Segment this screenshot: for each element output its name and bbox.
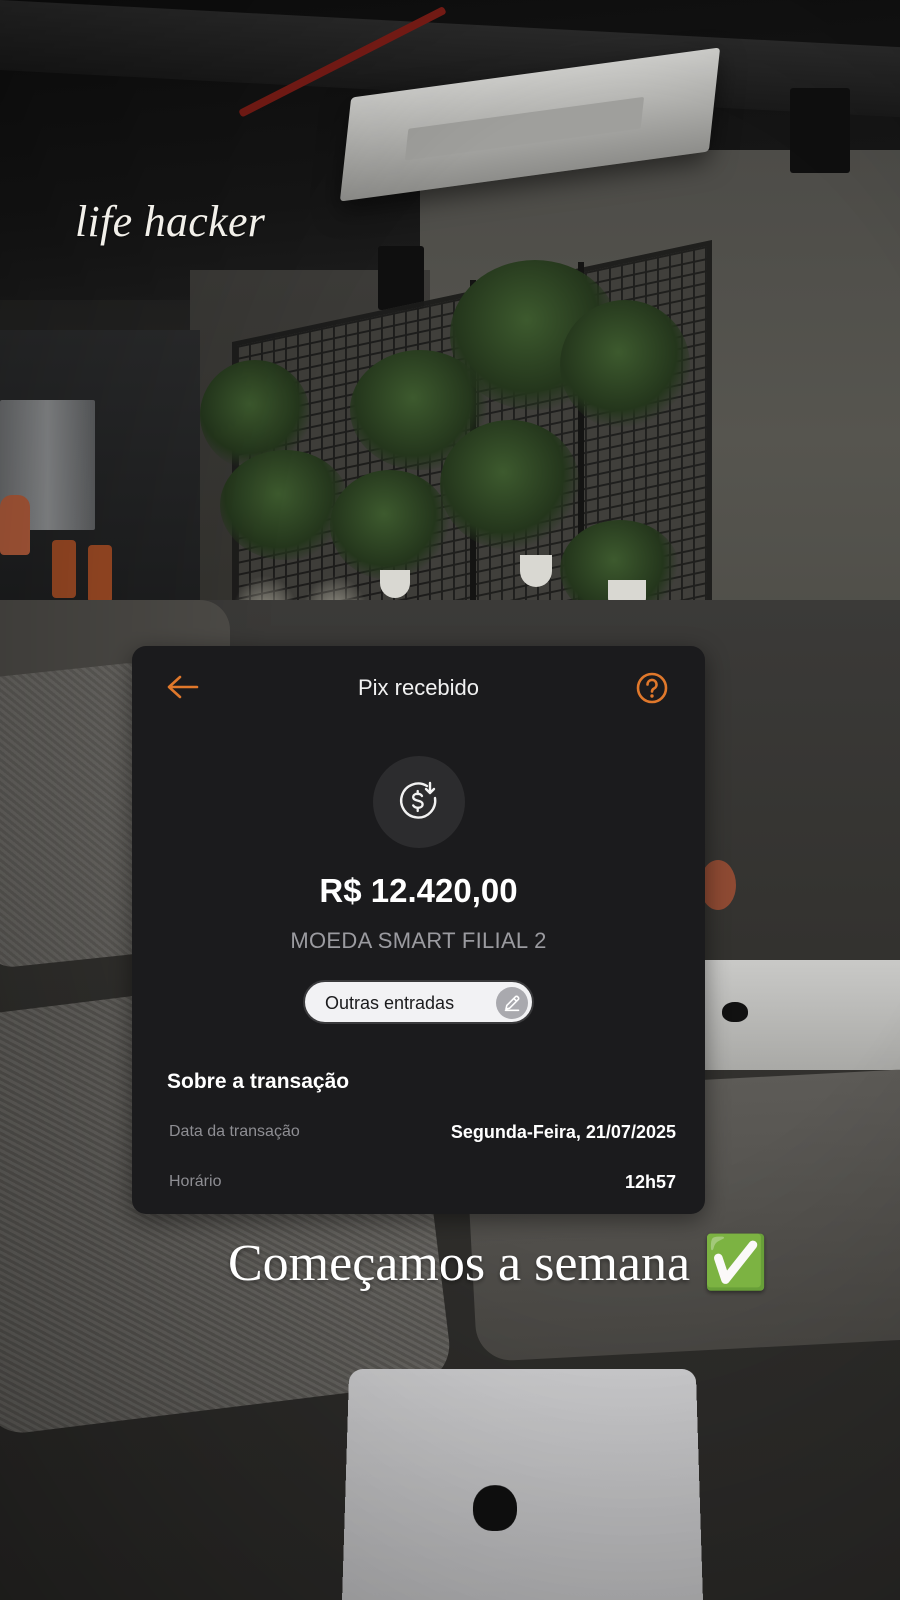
pix-receipt-card: Pix recebido R$ 12.420,00 MOEDA SMART FI… [132,646,705,1214]
transaction-date-value: Segunda-Feira, 21/07/2025 [450,1122,676,1142]
story-caption: Começamos a semana ✅ [228,1235,768,1292]
amount: R$ 12.420,00 [319,872,518,909]
brand-text: life hacker [75,197,266,246]
page-title: Pix recebido [357,675,480,700]
money-receive-icon [400,781,437,819]
pencil-icon [504,995,520,1012]
transaction-date-label: Data da transação [169,1123,300,1140]
question-circle-icon [636,672,668,704]
transaction-time-label: Horário [169,1173,222,1190]
category-chip-label: Outras entradas [325,993,455,1013]
help-button[interactable] [636,672,668,704]
payer-name: MOEDA SMART FILIAL 2 [290,928,547,953]
transaction-icon-badge [373,756,465,848]
edit-category-button[interactable] [496,987,528,1019]
section-title: Sobre a transação [167,1070,350,1093]
transaction-time-value: 12h57 [624,1172,676,1192]
category-chip[interactable]: Outras entradas [303,980,534,1024]
